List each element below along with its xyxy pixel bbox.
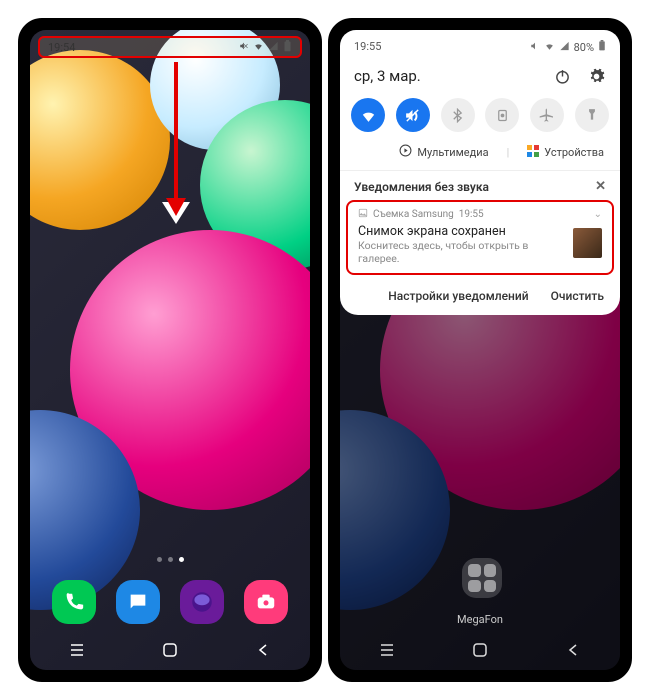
mute-icon: [239, 41, 249, 54]
notification-footer: Настройки уведомлений Очистить: [340, 281, 620, 315]
status-time: 19:54: [48, 41, 75, 54]
settings-button[interactable]: [586, 66, 606, 86]
app-camera[interactable]: [244, 580, 288, 624]
battery-icon: [598, 40, 606, 54]
mute-icon: [530, 41, 540, 54]
status-time: 19:55: [354, 40, 381, 54]
notification-title: Снимок экрана сохранен: [358, 224, 567, 239]
home-screen: 19:54: [30, 30, 310, 670]
media-control[interactable]: Мультимедиа: [399, 144, 488, 160]
media-label: Мультимедиа: [417, 146, 488, 159]
qs-screen-record[interactable]: [485, 98, 519, 132]
devices-control[interactable]: Устройства: [527, 145, 604, 160]
notification-card[interactable]: Съемка Samsung 19:55 ⌄ Снимок экрана сох…: [346, 200, 614, 275]
signal-icon: [268, 41, 279, 54]
status-bar: 19:55 80%: [340, 36, 620, 58]
app-browser[interactable]: [180, 580, 224, 624]
notification-shade-screen: 19:55 80% ср, 3 мар.: [340, 30, 620, 670]
section-title: Уведомления без звука: [354, 180, 489, 194]
app-messages[interactable]: [116, 580, 160, 624]
nav-recents[interactable]: [66, 639, 88, 661]
qs-sound-mute[interactable]: [396, 98, 430, 132]
image-icon: [358, 208, 368, 221]
qs-wifi[interactable]: [351, 98, 385, 132]
devices-label: Устройства: [544, 146, 604, 159]
silent-notifications-header: Уведомления без звука ✕: [340, 170, 620, 200]
notification-app: Съемка Samsung: [373, 209, 454, 220]
qs-flashlight[interactable]: [575, 98, 609, 132]
notification-thumbnail: [573, 228, 602, 258]
grid-icon: [527, 145, 539, 160]
carrier-label: MegaFon: [340, 613, 620, 626]
qs-airplane[interactable]: [530, 98, 564, 132]
app-folder[interactable]: [462, 558, 502, 598]
notification-body: Коснитесь здесь, чтобы открыть в галерее…: [358, 239, 567, 265]
nav-bar: [340, 630, 620, 670]
nav-home[interactable]: [159, 639, 181, 661]
dock: [30, 580, 310, 624]
play-icon: [399, 144, 412, 160]
status-icons: [239, 40, 292, 55]
page-indicator: [30, 557, 310, 562]
qs-bluetooth[interactable]: [441, 98, 475, 132]
date-label: ср, 3 мар.: [354, 67, 421, 85]
nav-recents[interactable]: [376, 639, 398, 661]
quick-settings: [340, 92, 620, 138]
annotation-arrow: [174, 62, 178, 202]
clear-button[interactable]: Очистить: [551, 289, 604, 303]
notification-time: 19:55: [459, 209, 484, 220]
battery-label: 80%: [574, 41, 594, 54]
media-devices-row: Мультимедиа | Устройства: [340, 138, 620, 170]
nav-back[interactable]: [562, 639, 584, 661]
chevron-down-icon[interactable]: ⌄: [594, 209, 602, 220]
nav-back[interactable]: [252, 639, 274, 661]
wifi-icon: [253, 41, 264, 54]
battery-icon: [283, 40, 292, 55]
close-icon[interactable]: ✕: [595, 179, 606, 194]
nav-home[interactable]: [469, 639, 491, 661]
nav-bar: [30, 630, 310, 670]
wifi-icon: [544, 41, 555, 54]
phone-left: 19:54: [18, 18, 322, 682]
power-button[interactable]: [552, 66, 572, 86]
status-bar[interactable]: 19:54: [38, 36, 302, 58]
phone-right: 19:55 80% ср, 3 мар.: [328, 18, 632, 682]
notification-panel: 19:55 80% ср, 3 мар.: [340, 30, 620, 315]
signal-icon: [559, 41, 570, 54]
notification-settings-button[interactable]: Настройки уведомлений: [388, 289, 528, 303]
app-phone[interactable]: [52, 580, 96, 624]
